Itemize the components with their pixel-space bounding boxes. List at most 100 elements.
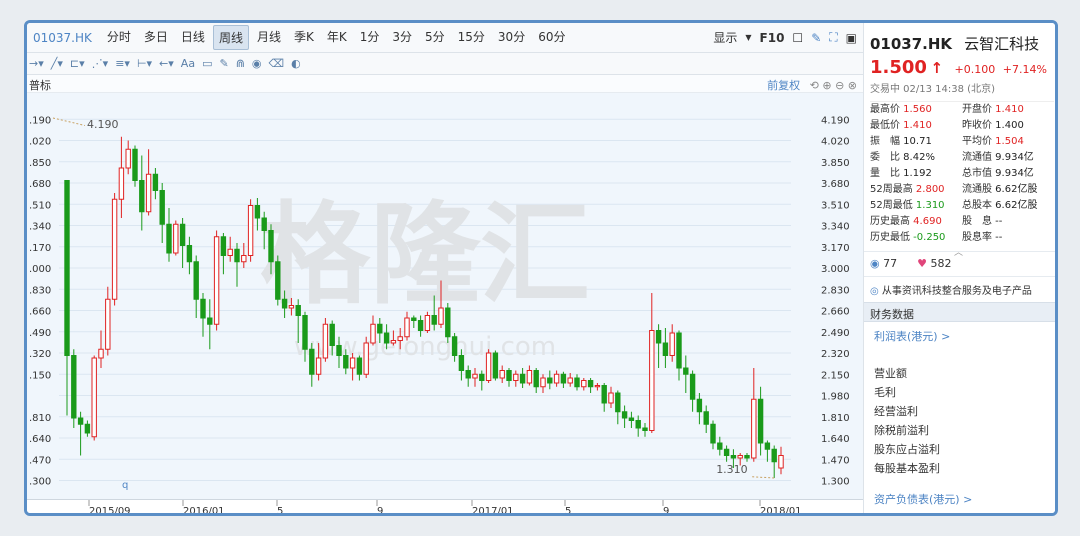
sidebar-toggle-icon[interactable]: ▣ <box>846 31 857 45</box>
kline-chart-area[interactable]: 格隆汇 www.gelonghui.com 4.190 4.020 3.850 3.680… <box>27 93 863 499</box>
x-tick-label: 2016/01 <box>183 506 225 516</box>
candle-body <box>424 315 431 331</box>
candle-body <box>118 167 125 200</box>
stat-cell: 振 幅 10.71 <box>870 134 962 150</box>
stat-label: 总市值 <box>962 168 992 179</box>
candle-body <box>533 370 539 388</box>
display-dropdown[interactable]: 显示 <box>713 29 737 46</box>
stat-label: 振 幅 <box>870 136 900 147</box>
period-tab[interactable]: 3分 <box>387 25 417 50</box>
reset-icon[interactable]: ⟲ ⊕ ⊖ ⊗ <box>810 79 857 92</box>
drawing-tool-icon[interactable]: ⋰▾ <box>92 57 109 70</box>
finance-item[interactable]: 每股基本盈利 <box>874 460 940 476</box>
square-icon[interactable]: ☐ <box>792 31 803 45</box>
drawing-tool-icon[interactable]: ⊏▾ <box>70 57 85 70</box>
y-tick-right: 2.150 <box>821 370 850 381</box>
finance-item[interactable]: 经营溢利 <box>874 403 918 419</box>
y-tick-right: 1.470 <box>821 455 850 466</box>
period-tab[interactable]: 年K <box>322 25 352 50</box>
price-change-pct: +7.14% <box>1002 63 1047 76</box>
y-tick-right: 2.830 <box>821 285 850 296</box>
candle-body <box>560 373 567 384</box>
y-tick-left: .000 <box>29 264 51 275</box>
candle-body <box>302 315 308 350</box>
expand-icon[interactable]: ⛶ <box>829 30 837 45</box>
finance-item[interactable]: 毛利 <box>874 384 896 400</box>
stat-cell: 昨收价 1.400 <box>962 118 1054 134</box>
candle-body <box>649 330 655 431</box>
drawing-tool-icon[interactable]: ←▾ <box>159 57 174 70</box>
period-tab[interactable]: 15分 <box>453 25 490 50</box>
candle-body <box>431 315 437 325</box>
stats-grid: 最高价 1.560 开盘价 1.410 最低价 1.410 昨收价 1.400 振 幅 … <box>870 101 1054 246</box>
stat-value: 1.192 <box>900 168 932 179</box>
candle-body <box>261 217 267 231</box>
period-tab[interactable]: 日线 <box>176 25 210 50</box>
period-tab[interactable]: 5分 <box>420 25 450 50</box>
candle-body <box>98 348 104 359</box>
drawing-tool-icon[interactable]: ▭ <box>202 57 212 70</box>
candle-body <box>751 398 757 459</box>
drawing-tool-icon[interactable]: ⋒ <box>236 57 245 70</box>
candle-body <box>397 336 403 341</box>
candle-body <box>139 180 145 213</box>
candle-body <box>268 230 274 263</box>
candle-body <box>193 261 199 300</box>
period-tab[interactable]: 60分 <box>533 25 570 50</box>
y-tick-left: .340 <box>29 222 51 233</box>
y-tick-right: 3.170 <box>821 243 850 254</box>
f10-button[interactable]: F10 <box>760 31 785 45</box>
likes[interactable]: ♥ 582 <box>917 257 951 270</box>
candle-body <box>322 323 329 359</box>
drawing-tool-icon[interactable]: →▾ <box>29 57 44 70</box>
candle-body <box>615 392 621 413</box>
stat-label: 流通股 <box>962 184 992 195</box>
y-tick-left: .190 <box>29 115 51 126</box>
period-tab[interactable]: 分时 <box>102 25 136 50</box>
candle-body <box>207 317 213 325</box>
income-statement-link[interactable]: 利润表(港元) > <box>874 328 950 344</box>
quote-window: 01037.HK 分时 多日 日线 周线 月线 季K 年K 1分 3分 5分 15分 30分 60分 显… <box>24 20 1058 516</box>
drawing-tool-icon[interactable]: ✎ <box>219 57 228 70</box>
stat-value: 2.800 <box>912 184 945 195</box>
period-tab[interactable]: 周线 <box>212 25 249 50</box>
drawing-tool-icon[interactable]: Aa <box>181 57 195 70</box>
drawing-tool-icon[interactable]: ◐ <box>291 57 301 70</box>
candle-body <box>553 373 560 384</box>
stat-value: 9.934亿 <box>992 168 1034 179</box>
pen-icon[interactable]: ✎ <box>811 31 821 45</box>
drawing-tool-icon[interactable]: ╱▾ <box>51 57 63 70</box>
stat-value: 10.71 <box>900 136 932 147</box>
drawing-tool-icon[interactable]: ⌫ <box>269 57 285 70</box>
candle-body <box>547 377 553 384</box>
x-tick-label: 2017/01 <box>472 506 514 516</box>
adjust-button[interactable]: 前复权 <box>767 79 800 92</box>
stat-label: 昨收价 <box>962 120 992 131</box>
drawing-tool-icon[interactable]: ≡▾ <box>115 57 130 70</box>
stat-label: 平均价 <box>962 136 992 147</box>
kline-chart[interactable]: 格隆汇www.gelonghui.com4.1904.0203.8503.680… <box>27 93 863 499</box>
candle-body <box>479 373 485 381</box>
candle-body <box>281 298 288 309</box>
y-tick-left: .660 <box>29 307 51 318</box>
finance-item[interactable]: 营业额 <box>874 365 907 381</box>
finance-item[interactable]: 除税前溢利 <box>874 422 929 438</box>
trade-time: 交易中 02/13 14:38 (北京) <box>870 84 995 95</box>
drawing-tool-icon[interactable]: ◉ <box>252 57 262 70</box>
period-tab[interactable]: 月线 <box>252 25 286 50</box>
period-toolbar: 01037.HK 分时 多日 日线 周线 月线 季K 年K 1分 3分 5分 15分 30分 60分 显… <box>27 23 863 53</box>
drawing-tool-icon[interactable]: ⊢▾ <box>137 57 152 70</box>
finance-item[interactable]: 股东应占溢利 <box>874 441 940 457</box>
period-tab[interactable]: 1分 <box>355 25 385 50</box>
candle-body <box>349 357 356 369</box>
period-tab[interactable]: 季K <box>289 25 319 50</box>
balance-sheet-link[interactable]: 资产负债表(港元) > <box>874 491 972 507</box>
candle-body <box>669 332 675 356</box>
candle-body <box>465 370 471 379</box>
candle-body <box>383 332 390 344</box>
period-tab[interactable]: 30分 <box>493 25 530 50</box>
stat-value: 6.62亿股 <box>992 184 1038 195</box>
stat-label: 流通值 <box>962 152 992 163</box>
period-tab[interactable]: 多日 <box>139 25 173 50</box>
business-desc: 从事资讯科技整合服务及电子产品 <box>881 286 1032 297</box>
